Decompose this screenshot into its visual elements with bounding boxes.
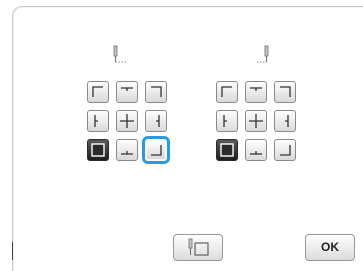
needle-frame-icon xyxy=(188,238,209,256)
left-grid-top-center-button[interactable] xyxy=(116,81,138,103)
left-grid-top-right-button[interactable] xyxy=(145,81,167,103)
needle-start-icon xyxy=(113,45,126,63)
right-grid-middle-right-button[interactable] xyxy=(274,110,296,132)
left-grid-bottom-center-button[interactable] xyxy=(116,139,138,161)
left-grid-middle-left-button[interactable] xyxy=(87,110,109,132)
bottom-right-corner-icon xyxy=(280,145,291,156)
left-grid-frame-button[interactable] xyxy=(87,139,109,161)
bottom-center-icon xyxy=(121,151,133,155)
top-right-corner-icon xyxy=(151,86,162,97)
top-right-corner-icon xyxy=(280,86,291,97)
left-grid-bottom-right-button[interactable] xyxy=(145,139,167,161)
right-grid-top-right-button[interactable] xyxy=(274,81,296,103)
right-grid-bottom-right-button[interactable] xyxy=(274,139,296,161)
top-center-icon xyxy=(121,87,133,91)
middle-left-icon xyxy=(94,115,98,127)
middle-right-icon xyxy=(285,115,289,127)
left-grid-top-left-button[interactable] xyxy=(87,81,109,103)
center-cross-icon xyxy=(120,114,134,128)
middle-left-icon xyxy=(223,115,227,127)
frame-outline-icon xyxy=(91,143,105,157)
left-grid-middle-right-button[interactable] xyxy=(145,110,167,132)
right-grid-bottom-center-button[interactable] xyxy=(245,139,267,161)
bottom-right-corner-icon xyxy=(151,145,162,156)
frame-outline-icon xyxy=(220,143,234,157)
right-grid-top-center-button[interactable] xyxy=(245,81,267,103)
center-cross-icon xyxy=(249,114,263,128)
dialog-panel xyxy=(12,6,363,271)
ok-button[interactable]: OK xyxy=(305,234,355,261)
right-position-grid xyxy=(216,81,298,167)
trial-button[interactable] xyxy=(173,234,223,261)
left-position-grid xyxy=(87,81,169,167)
right-grid-center-button[interactable] xyxy=(245,110,267,132)
top-left-corner-icon xyxy=(221,86,232,97)
needle-end-icon xyxy=(257,45,269,63)
panel-edge-mark xyxy=(12,242,13,260)
right-grid-top-left-button[interactable] xyxy=(216,81,238,103)
ok-button-label: OK xyxy=(321,240,339,254)
middle-right-icon xyxy=(156,115,160,127)
left-grid-center-button[interactable] xyxy=(116,110,138,132)
top-left-corner-icon xyxy=(92,86,103,97)
right-grid-middle-left-button[interactable] xyxy=(216,110,238,132)
right-grid-frame-button[interactable] xyxy=(216,139,238,161)
bottom-center-icon xyxy=(250,151,262,155)
top-center-icon xyxy=(250,87,262,91)
